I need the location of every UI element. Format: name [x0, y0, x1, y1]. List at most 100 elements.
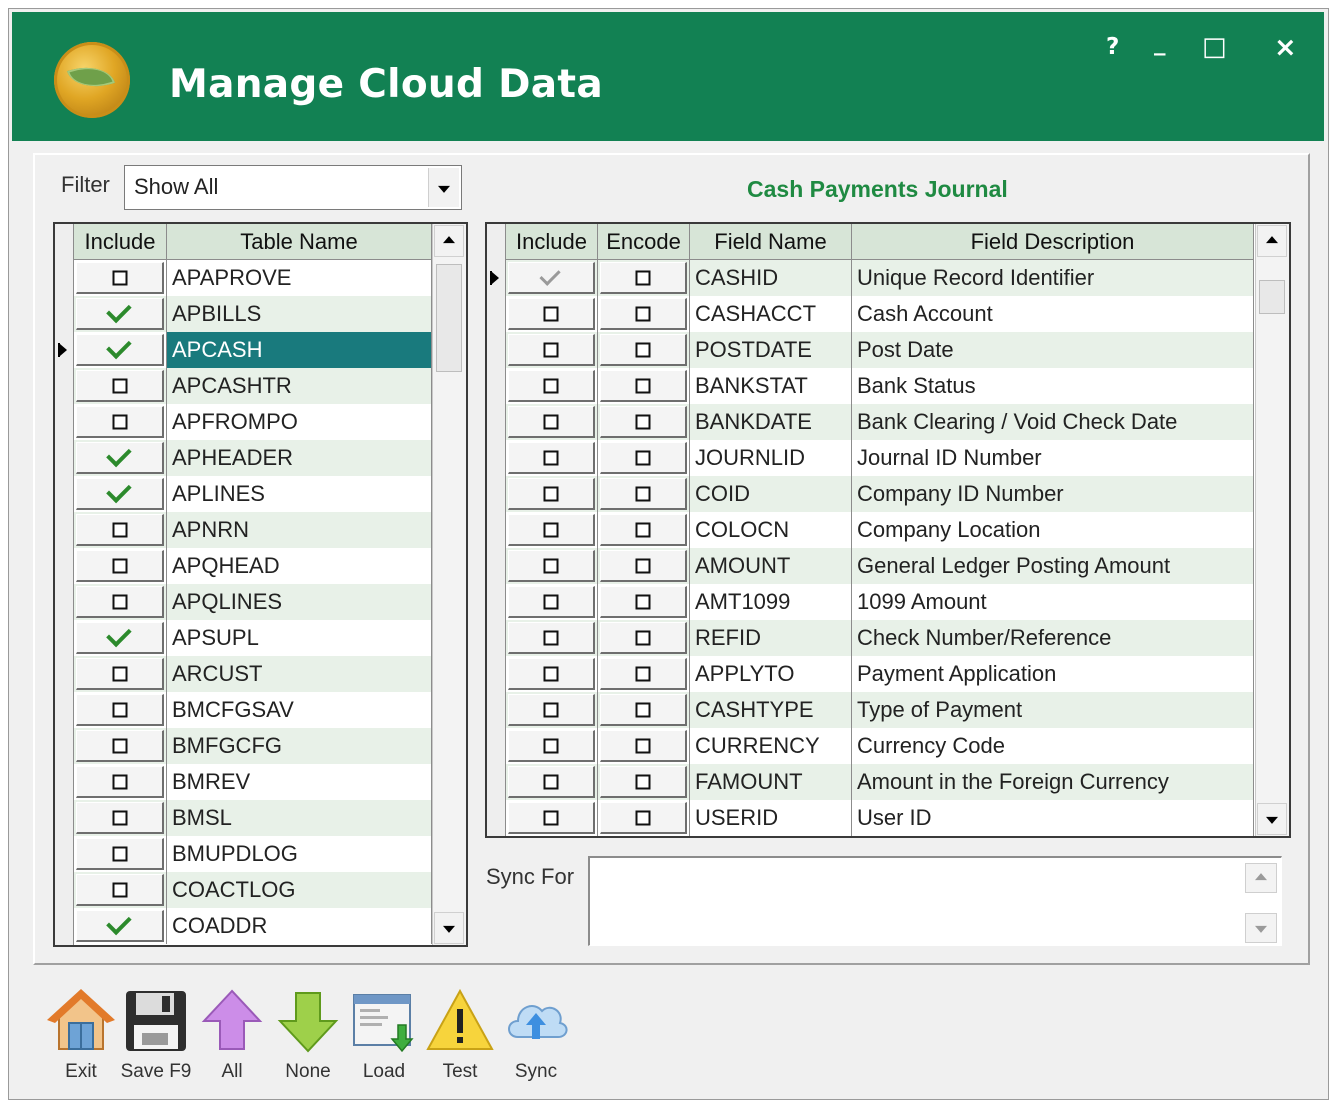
- table-row[interactable]: APLINES: [74, 476, 432, 512]
- field-name-cell[interactable]: CASHACCT: [690, 296, 852, 332]
- checkbox-button[interactable]: [76, 766, 164, 798]
- include-checkbox[interactable]: [506, 692, 598, 728]
- include-checkbox[interactable]: [506, 620, 598, 656]
- checkbox-button[interactable]: [76, 621, 164, 654]
- checkbox-button[interactable]: [508, 406, 595, 438]
- field-name-cell[interactable]: JOURNLID: [690, 440, 852, 476]
- table-row[interactable]: APCASH: [74, 332, 432, 368]
- table-row[interactable]: BMUPDLOG: [74, 836, 432, 872]
- include-column-header[interactable]: Include: [74, 224, 167, 260]
- field-name-cell[interactable]: APPLYTO: [690, 656, 852, 692]
- checkbox-button[interactable]: [600, 298, 687, 330]
- checkbox-button[interactable]: [508, 370, 595, 402]
- field-description-cell[interactable]: Post Date: [852, 332, 1254, 368]
- maximize-button[interactable]: □: [1202, 32, 1227, 62]
- field-description-column-header[interactable]: Field Description: [852, 224, 1254, 260]
- table-row[interactable]: COADDR: [74, 908, 432, 944]
- table-name-cell[interactable]: APNRN: [167, 512, 432, 548]
- include-checkbox[interactable]: [506, 404, 598, 440]
- table-row[interactable]: BMREV: [74, 764, 432, 800]
- include-checkbox[interactable]: [74, 584, 167, 620]
- checkbox-button[interactable]: [600, 478, 687, 510]
- checkbox-button[interactable]: [508, 514, 595, 546]
- checkbox-button[interactable]: [600, 406, 687, 438]
- field-name-cell[interactable]: AMT1099: [690, 584, 852, 620]
- table-row[interactable]: APAPROVE: [74, 260, 432, 296]
- test-button[interactable]: Test: [424, 985, 496, 1095]
- table-name-cell[interactable]: APBILLS: [167, 296, 432, 332]
- checkbox-button[interactable]: [76, 262, 164, 294]
- include-checkbox[interactable]: [74, 620, 167, 656]
- include-checkbox[interactable]: [506, 656, 598, 692]
- help-button[interactable]: ?: [1106, 34, 1119, 60]
- include-checkbox[interactable]: [74, 872, 167, 908]
- encode-checkbox[interactable]: [598, 440, 690, 476]
- field-description-cell[interactable]: Unique Record Identifier: [852, 260, 1254, 296]
- checkbox-button[interactable]: [508, 550, 595, 582]
- field-description-cell[interactable]: Company Location: [852, 512, 1254, 548]
- checkbox-button[interactable]: [600, 766, 687, 798]
- checkbox-button[interactable]: [508, 622, 595, 654]
- include-checkbox[interactable]: [74, 332, 167, 368]
- table-row[interactable]: APCASHTR: [74, 368, 432, 404]
- table-name-cell[interactable]: BMSL: [167, 800, 432, 836]
- include-checkbox[interactable]: [74, 764, 167, 800]
- field-row[interactable]: COLOCN Company Location: [506, 512, 1254, 548]
- field-name-cell[interactable]: BANKSTAT: [690, 368, 852, 404]
- encode-checkbox[interactable]: [598, 404, 690, 440]
- table-row[interactable]: ARCUST: [74, 656, 432, 692]
- checkbox-button[interactable]: [600, 622, 687, 654]
- checkbox-button[interactable]: [600, 658, 687, 690]
- sync-for-scrollbar[interactable]: [1245, 861, 1277, 943]
- tables-scrollbar[interactable]: [432, 224, 466, 945]
- encode-checkbox[interactable]: [598, 296, 690, 332]
- field-row[interactable]: JOURNLID Journal ID Number: [506, 440, 1254, 476]
- checkbox-button[interactable]: [600, 370, 687, 402]
- table-name-cell[interactable]: APHEADER: [167, 440, 432, 476]
- checkbox-button[interactable]: [76, 874, 164, 906]
- table-row[interactable]: BMFGCFG: [74, 728, 432, 764]
- checkbox-button[interactable]: [76, 658, 164, 690]
- scroll-down-button[interactable]: [1257, 803, 1287, 835]
- field-row[interactable]: CASHACCT Cash Account: [506, 296, 1254, 332]
- field-description-cell[interactable]: Company ID Number: [852, 476, 1254, 512]
- checkbox-button[interactable]: [508, 586, 595, 618]
- field-description-cell[interactable]: Journal ID Number: [852, 440, 1254, 476]
- checkbox-button[interactable]: [508, 442, 595, 474]
- scroll-thumb[interactable]: [436, 264, 462, 372]
- table-name-cell[interactable]: ARCUST: [167, 656, 432, 692]
- include-checkbox[interactable]: [74, 512, 167, 548]
- encode-checkbox[interactable]: [598, 584, 690, 620]
- encode-checkbox[interactable]: [598, 620, 690, 656]
- field-name-cell[interactable]: REFID: [690, 620, 852, 656]
- include-checkbox[interactable]: [506, 512, 598, 548]
- field-row[interactable]: APPLYTO Payment Application: [506, 656, 1254, 692]
- field-row[interactable]: CURRENCY Currency Code: [506, 728, 1254, 764]
- table-name-cell[interactable]: APSUPL: [167, 620, 432, 656]
- table-name-cell[interactable]: BMFGCFG: [167, 728, 432, 764]
- checkbox-button[interactable]: [508, 478, 595, 510]
- checkbox-button[interactable]: [76, 730, 164, 762]
- save-button[interactable]: Save F9: [120, 985, 192, 1095]
- checkbox-button[interactable]: [600, 442, 687, 474]
- select-none-button[interactable]: None: [272, 985, 344, 1095]
- checkbox-button[interactable]: [76, 477, 164, 510]
- include-checkbox[interactable]: [74, 656, 167, 692]
- checkbox-button[interactable]: [76, 550, 164, 582]
- scroll-up-button[interactable]: [434, 225, 464, 257]
- checkbox-button[interactable]: [76, 297, 164, 330]
- table-name-cell[interactable]: APCASHTR: [167, 368, 432, 404]
- include-checkbox[interactable]: [506, 764, 598, 800]
- sync-for-field[interactable]: [588, 856, 1282, 946]
- field-row[interactable]: USERID User ID: [506, 800, 1254, 836]
- include-checkbox[interactable]: [506, 800, 598, 836]
- table-name-cell[interactable]: BMREV: [167, 764, 432, 800]
- checkbox-button[interactable]: [76, 514, 164, 546]
- include-checkbox[interactable]: [74, 404, 167, 440]
- field-row[interactable]: COID Company ID Number: [506, 476, 1254, 512]
- table-row[interactable]: APHEADER: [74, 440, 432, 476]
- table-name-cell[interactable]: APQHEAD: [167, 548, 432, 584]
- field-row[interactable]: FAMOUNT Amount in the Foreign Currency: [506, 764, 1254, 800]
- field-description-cell[interactable]: Bank Status: [852, 368, 1254, 404]
- field-name-cell[interactable]: AMOUNT: [690, 548, 852, 584]
